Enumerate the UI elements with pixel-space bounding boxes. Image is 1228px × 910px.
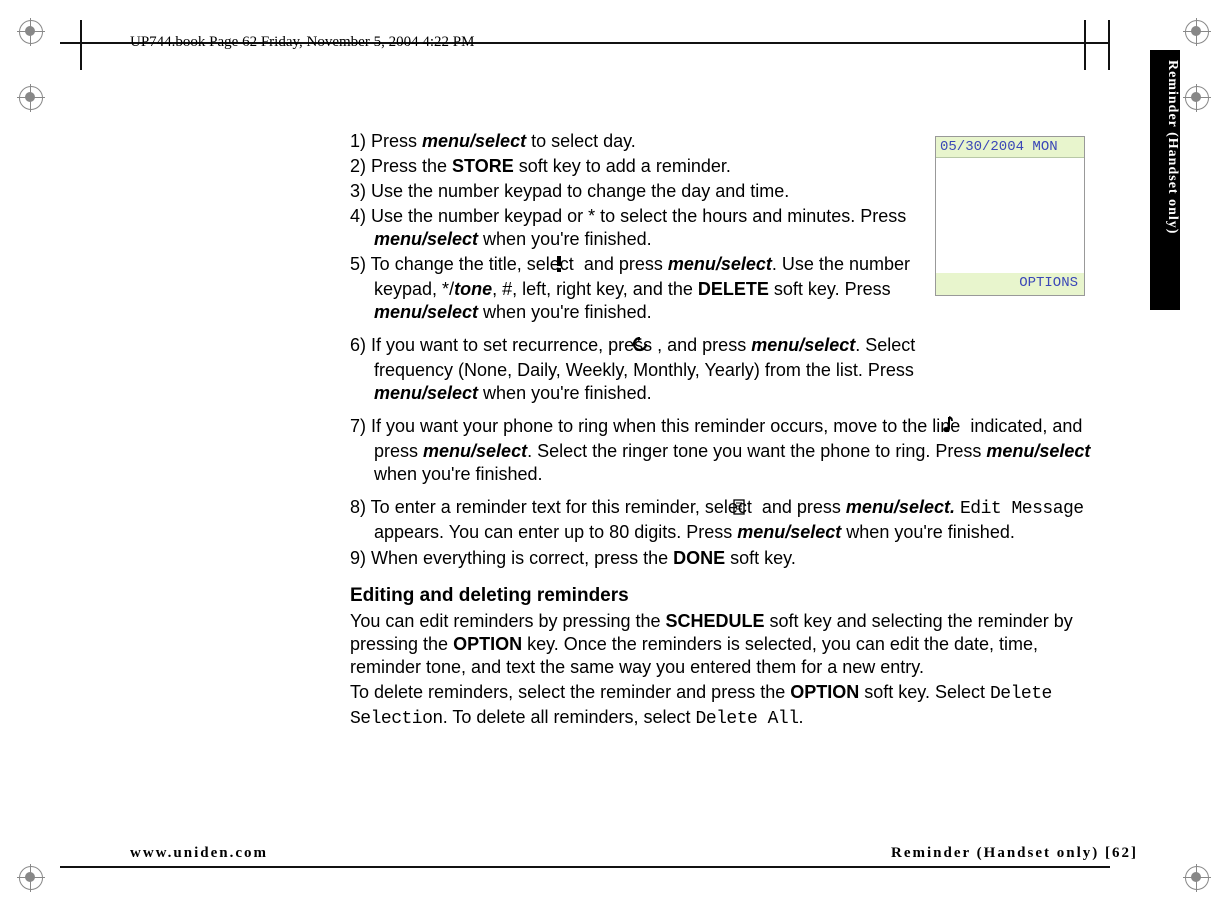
crop-line bbox=[60, 866, 1110, 868]
step-1: 1) Press menu/select to select day. bbox=[350, 130, 920, 153]
ui-label-delete-all: Delete All bbox=[696, 709, 799, 729]
edit-paragraph: You can edit reminders by pressing the S… bbox=[350, 610, 1095, 679]
crop-line bbox=[1108, 20, 1110, 70]
page-meta-header: UP744.book Page 62 Friday, November 5, 2… bbox=[130, 34, 474, 51]
footer-section-page: Reminder (Handset only) [62] bbox=[891, 845, 1138, 862]
step-2: 2) Press the STORE soft key to add a rem… bbox=[350, 155, 920, 178]
step-9: 9) When everything is correct, press the… bbox=[350, 547, 1095, 570]
reg-mark-icon bbox=[1183, 84, 1211, 112]
step-7: 7) If you want your phone to ring when t… bbox=[350, 415, 1095, 486]
step-8: 8) To enter a reminder text for this rem… bbox=[350, 496, 1095, 544]
delete-paragraph: To delete reminders, select the reminder… bbox=[350, 681, 1095, 731]
step-4: 4) Use the number keypad or * to select … bbox=[350, 205, 920, 251]
crop-line bbox=[1084, 20, 1086, 70]
footer-url: www.uniden.com bbox=[130, 845, 268, 862]
reg-mark-icon bbox=[17, 864, 45, 892]
step-5: 5) To change the title, select and press… bbox=[350, 253, 920, 324]
ui-label-edit-message: Edit Message bbox=[960, 499, 1084, 519]
reg-mark-icon bbox=[17, 18, 45, 46]
crop-line bbox=[80, 20, 82, 70]
reg-mark-icon bbox=[1183, 864, 1211, 892]
section-title: Editing and deleting reminders bbox=[350, 584, 1095, 608]
instruction-body: 1) Press menu/select to select day. 2) P… bbox=[350, 130, 1095, 731]
section-tab: Reminder (Handset only) bbox=[1150, 50, 1180, 310]
step-3: 3) Use the number keypad to change the d… bbox=[350, 180, 920, 203]
reg-mark-icon bbox=[17, 84, 45, 112]
step-6: 6) If you want to set recurrence, press … bbox=[350, 334, 920, 405]
reg-mark-icon bbox=[1183, 18, 1211, 46]
